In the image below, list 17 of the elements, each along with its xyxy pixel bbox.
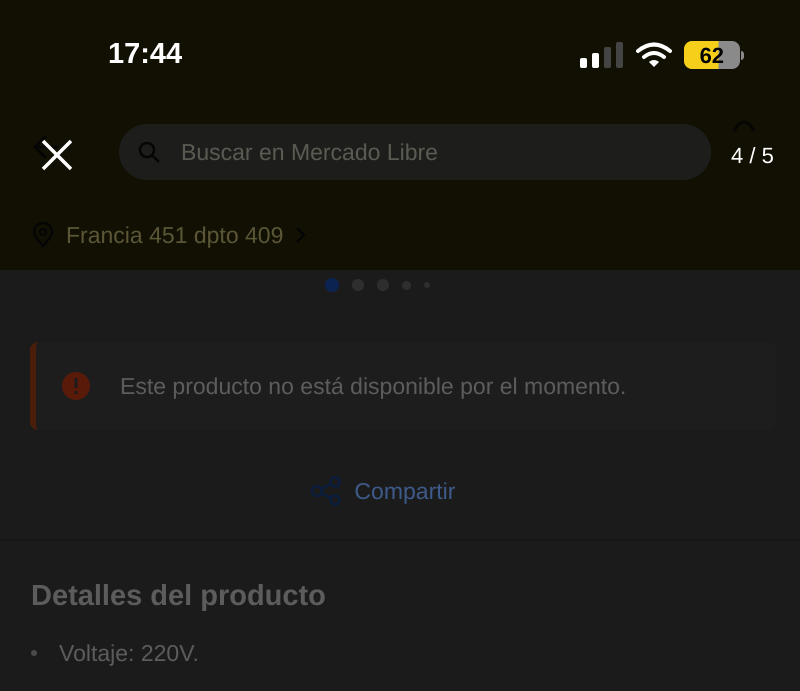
alert-text: Este producto no está disponible por el momento. bbox=[120, 372, 626, 401]
bullet-icon bbox=[31, 650, 37, 656]
error-icon bbox=[62, 372, 90, 400]
search-input[interactable]: Buscar en Mercado Libre bbox=[181, 134, 641, 170]
detail-item: Voltaje: 220V. bbox=[59, 639, 199, 668]
back-arrow-icon[interactable] bbox=[30, 132, 60, 162]
wifi-icon bbox=[636, 42, 672, 68]
section-heading: Detalles del producto bbox=[31, 578, 327, 614]
search-field[interactable]: Buscar en Mercado Libre bbox=[119, 124, 711, 180]
address-link[interactable]: Francia 451 dpto 409 bbox=[66, 218, 284, 252]
image-counter: 4 / 5 bbox=[731, 142, 775, 170]
signal-icon bbox=[580, 42, 624, 68]
share-button[interactable]: Compartir bbox=[310, 474, 456, 508]
close-icon[interactable] bbox=[40, 138, 74, 172]
status-time: 17:44 bbox=[108, 37, 182, 72]
search-icon bbox=[137, 140, 161, 164]
share-icon bbox=[310, 476, 342, 506]
